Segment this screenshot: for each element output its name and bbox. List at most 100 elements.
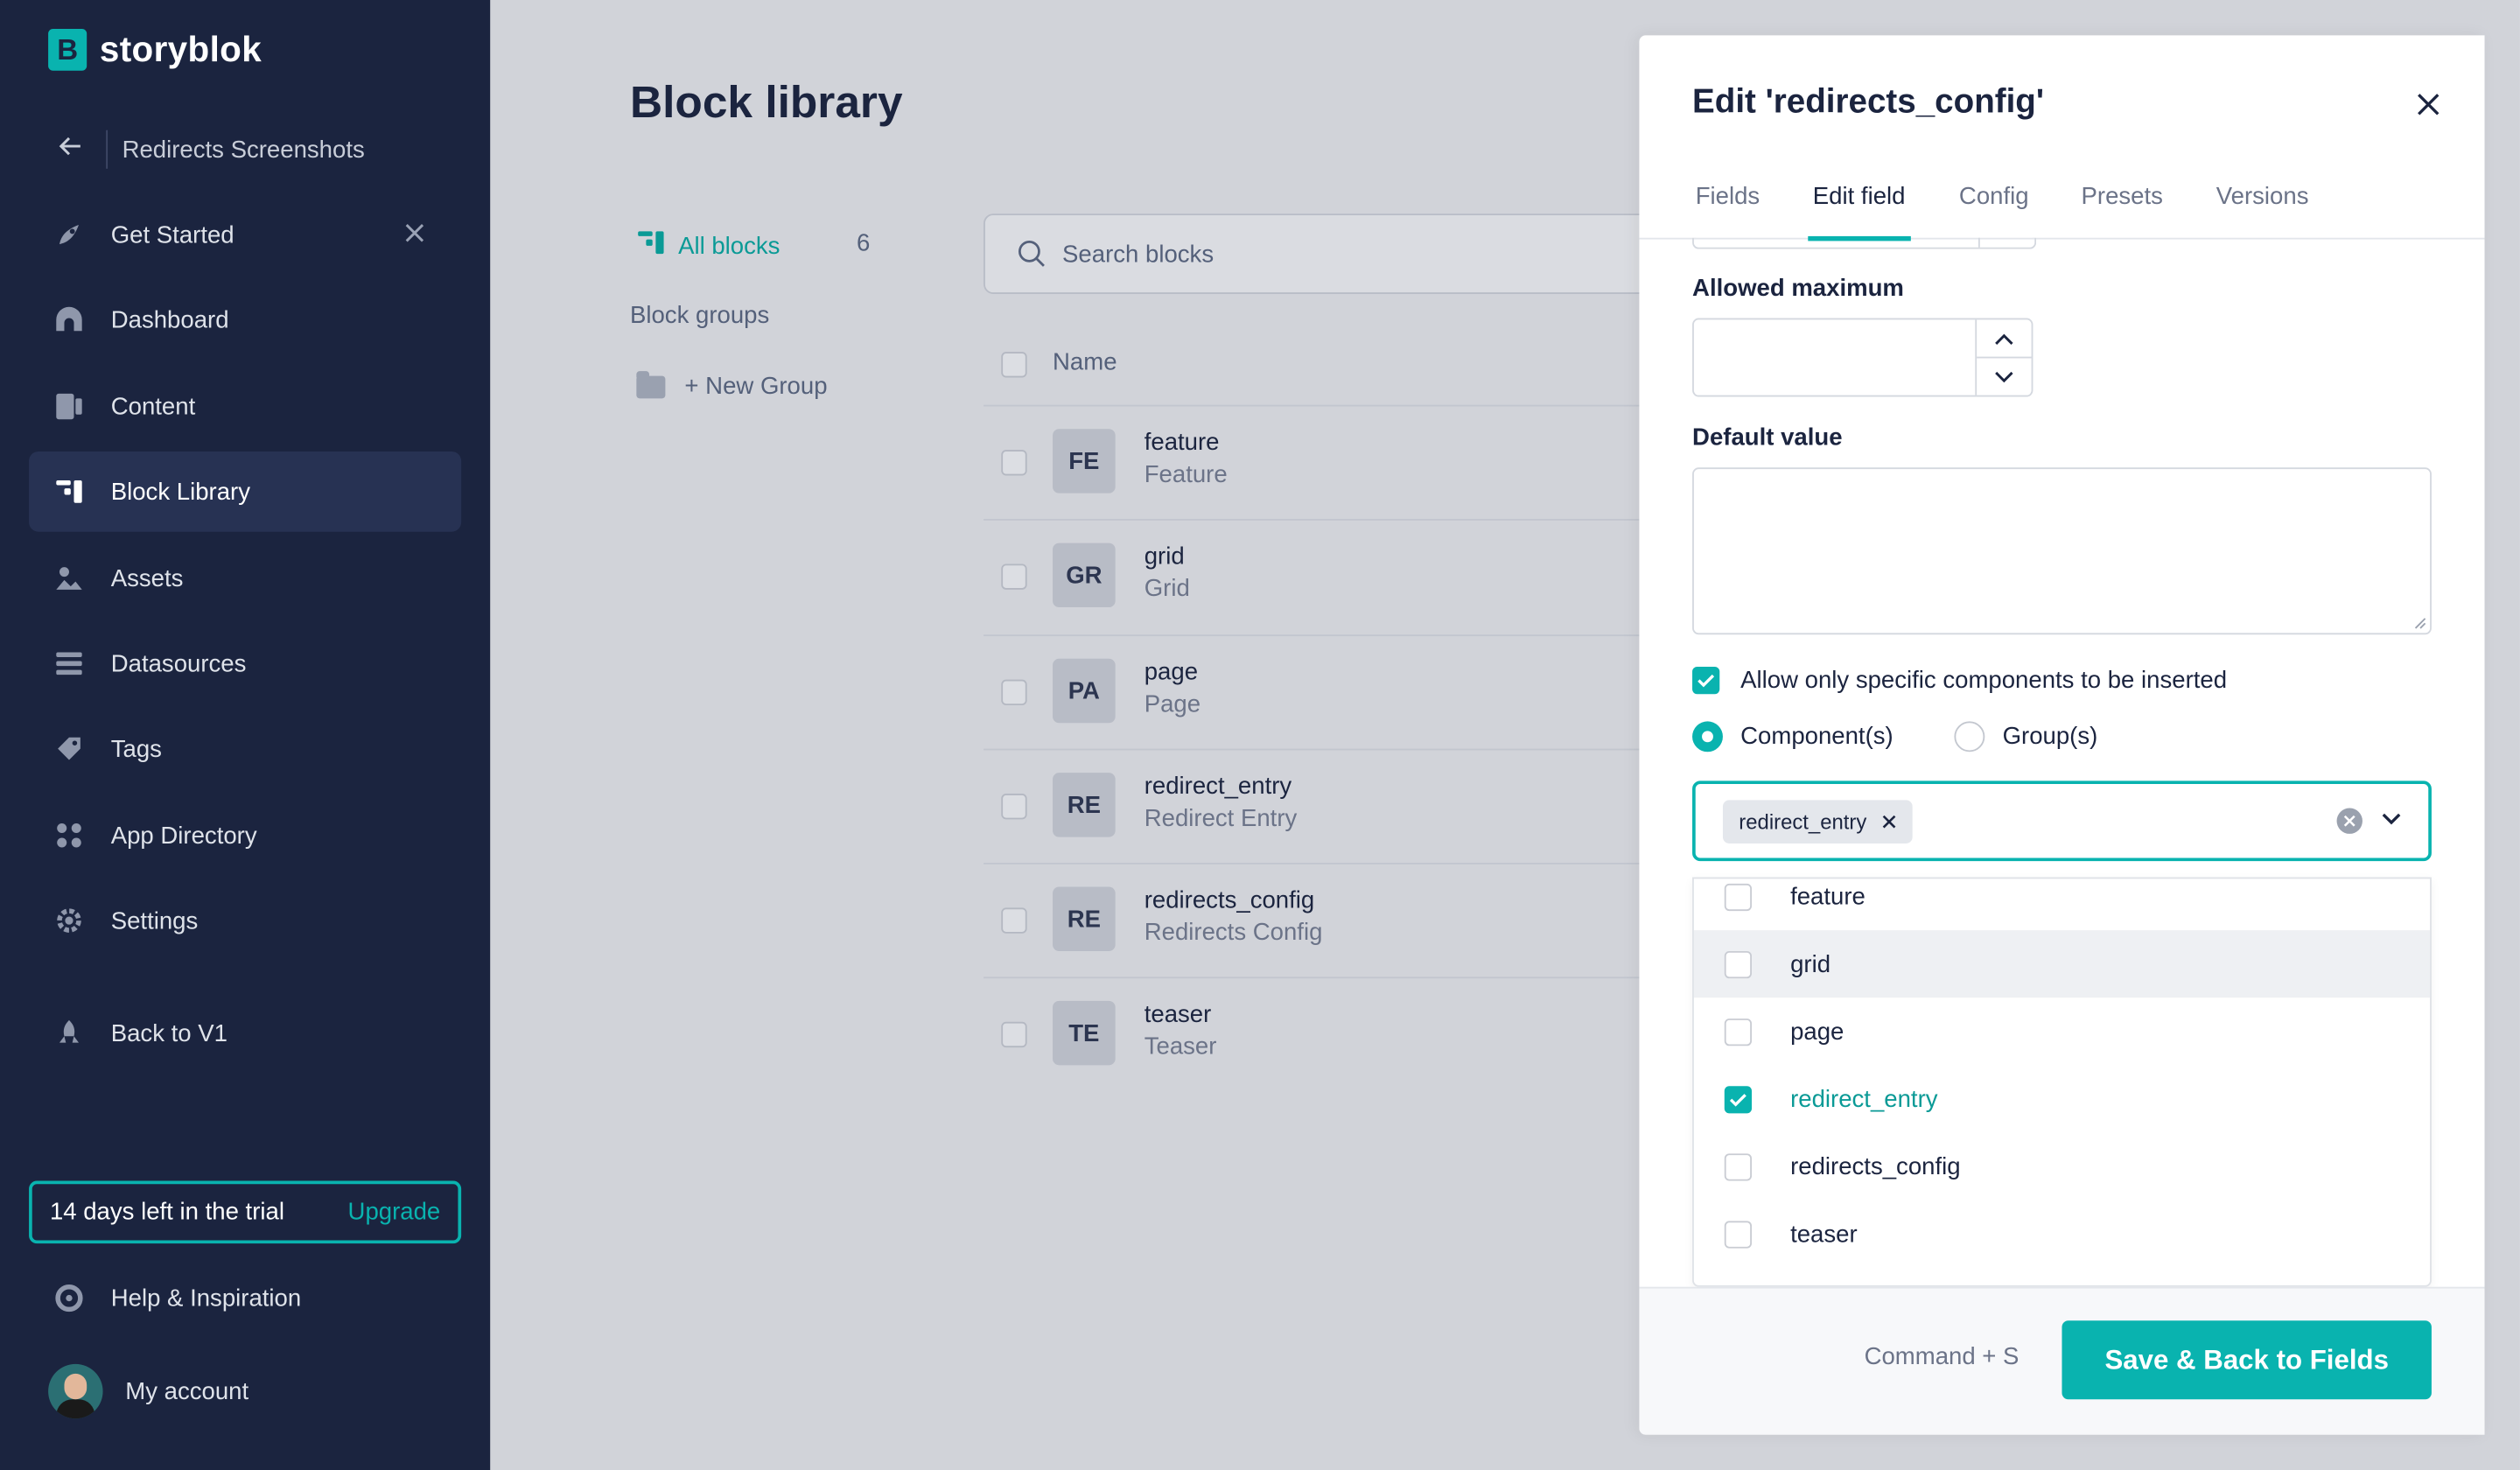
allow-specific-components-checkbox[interactable]: Allow only specific components to be ins… — [1692, 666, 2227, 695]
storyblok-logo-icon: B — [48, 29, 88, 71]
table-row[interactable]: GR grid Grid — [984, 519, 1659, 634]
dropdown-option[interactable]: page — [1694, 998, 2430, 1065]
option-checkbox[interactable] — [1724, 1018, 1753, 1046]
allowed-minimum-input[interactable] — [1692, 237, 2037, 249]
block-groups-heading: Block groups — [629, 302, 770, 330]
account-menu[interactable]: My account — [29, 1351, 461, 1432]
datasources-icon — [53, 648, 86, 680]
rocket-icon — [53, 219, 86, 251]
sidebar-item-dashboard[interactable]: Dashboard — [29, 279, 461, 360]
drawer-footer: Command + S Save & Back to Fields — [1639, 1286, 2485, 1435]
table-row[interactable]: FE feature Feature — [984, 404, 1659, 521]
search-input[interactable]: Search blocks — [984, 214, 1691, 295]
space-switcher[interactable]: Redirects Screenshots — [58, 129, 365, 171]
dropdown-option[interactable]: teaser — [1694, 1200, 2430, 1268]
radio-groups-label: Group(s) — [2002, 723, 2098, 751]
row-checkbox[interactable] — [1001, 1021, 1027, 1048]
sidebar-item-help[interactable]: Help & Inspiration — [29, 1258, 461, 1339]
row-checkbox[interactable] — [1001, 450, 1027, 476]
block-display-name: Redirect Entry — [1144, 804, 1298, 833]
block-display-name: Redirects Config — [1144, 919, 1323, 947]
block-library-icon — [636, 228, 665, 263]
component-multiselect[interactable]: redirect_entry — [1692, 780, 2432, 862]
trial-banner[interactable]: 14 days left in the trial Upgrade — [29, 1180, 462, 1244]
edit-block-drawer: Edit 'redirects_config' Fields Edit fiel… — [1639, 35, 2485, 1435]
sidebar-item-block-library[interactable]: Block Library — [29, 451, 462, 532]
drawer-title: Edit 'redirects_config' — [1692, 83, 2045, 121]
option-checkbox[interactable] — [1724, 1152, 1753, 1180]
resize-handle-icon[interactable] — [2414, 617, 2427, 630]
select-all-checkbox[interactable] — [1001, 352, 1027, 378]
chevron-down-icon[interactable] — [1977, 358, 2031, 395]
dropdown-option[interactable]: grid — [1693, 930, 2431, 998]
radio-components[interactable] — [1692, 721, 1723, 752]
number-stepper — [1975, 319, 2032, 396]
remove-chip-icon[interactable] — [1883, 809, 1898, 834]
clear-selection-icon[interactable] — [2336, 808, 2362, 834]
block-count: 6 — [856, 229, 871, 257]
restrict-type-radio-group: Component(s) Group(s) — [1692, 721, 2097, 752]
block-name: redirect_entry — [1144, 773, 1292, 801]
sidebar-item-assets[interactable]: Assets — [29, 538, 461, 619]
row-checkbox[interactable] — [1001, 564, 1027, 590]
space-name: Redirects Screenshots — [122, 136, 365, 164]
new-group-button[interactable]: + New Group — [636, 370, 828, 400]
sidebar-item-tags[interactable]: Tags — [29, 709, 461, 789]
default-value-textarea[interactable] — [1692, 467, 2432, 635]
sidebar-item-datasources[interactable]: Datasources — [29, 623, 461, 704]
option-checkbox[interactable] — [1724, 882, 1753, 911]
column-header-name: Name — [1053, 348, 1117, 376]
table-row[interactable]: RE redirect_entry Redirect Entry — [984, 748, 1659, 864]
all-blocks-label: All blocks — [678, 232, 780, 260]
table-row[interactable]: PA page Page — [984, 634, 1659, 750]
block-display-name: Page — [1144, 690, 1201, 718]
block-badge: FE — [1053, 429, 1116, 494]
sidebar-item-get-started[interactable]: Get Started — [29, 194, 461, 275]
tab-presets[interactable]: Presets — [2082, 183, 2163, 236]
option-checkbox[interactable] — [1724, 950, 1753, 978]
allowed-maximum-input[interactable] — [1692, 318, 2034, 397]
checkmark-icon — [1692, 666, 1720, 695]
filter-all-blocks[interactable]: All blocks — [636, 228, 780, 263]
block-badge: TE — [1053, 1000, 1116, 1066]
search-icon — [1018, 240, 1046, 269]
close-icon[interactable] — [2417, 83, 2440, 125]
sidebar-item-app-directory[interactable]: App Directory — [29, 795, 461, 876]
checkmark-icon[interactable] — [1724, 1085, 1753, 1113]
selected-chip: redirect_entry — [1722, 800, 1914, 844]
row-checkbox[interactable] — [1001, 907, 1027, 934]
block-display-name: Grid — [1144, 575, 1190, 603]
table-row[interactable]: TE teaser Teaser — [984, 976, 1659, 1092]
sidebar-item-back-to-v1[interactable]: Back to V1 — [29, 993, 461, 1074]
trial-text: 14 days left in the trial — [49, 1198, 284, 1226]
row-checkbox[interactable] — [1001, 794, 1027, 820]
tab-config[interactable]: Config — [1959, 183, 2029, 236]
tab-versions[interactable]: Versions — [2216, 183, 2309, 236]
dropdown-option-selected[interactable]: redirect_entry — [1694, 1065, 2430, 1132]
drawer-tabs: Fields Edit field Config Presets Version… — [1639, 183, 2485, 242]
table-row[interactable]: RE redirects_config Redirects Config — [984, 862, 1659, 978]
block-badge: RE — [1053, 886, 1116, 951]
block-name: grid — [1144, 542, 1185, 570]
sidebar-item-settings[interactable]: Settings — [29, 880, 461, 961]
row-checkbox[interactable] — [1001, 679, 1027, 706]
option-checkbox[interactable] — [1724, 1220, 1753, 1248]
dropdown-option[interactable]: redirects_config — [1694, 1132, 2430, 1200]
close-icon[interactable] — [403, 217, 426, 254]
sidebar-item-content[interactable]: Content — [29, 367, 461, 447]
tab-fields[interactable]: Fields — [1696, 183, 1760, 236]
block-display-name: Teaser — [1144, 1032, 1217, 1060]
chevron-up-icon[interactable] — [1977, 319, 2032, 359]
upgrade-link[interactable]: Upgrade — [348, 1199, 441, 1226]
block-library-icon — [53, 475, 86, 508]
dashboard-icon — [53, 304, 86, 336]
chevron-down-icon[interactable] — [2380, 807, 2403, 836]
logo[interactable]: B storyblok — [48, 29, 262, 71]
radio-groups[interactable] — [1954, 721, 1985, 752]
block-name: feature — [1144, 429, 1220, 457]
arrow-left-icon[interactable] — [58, 132, 90, 166]
search-placeholder: Search blocks — [1062, 240, 1214, 268]
save-back-to-fields-button[interactable]: Save & Back to Fields — [2062, 1320, 2432, 1400]
dropdown-option[interactable]: feature — [1694, 878, 2430, 930]
tab-edit-field[interactable]: Edit field — [1808, 183, 1911, 242]
